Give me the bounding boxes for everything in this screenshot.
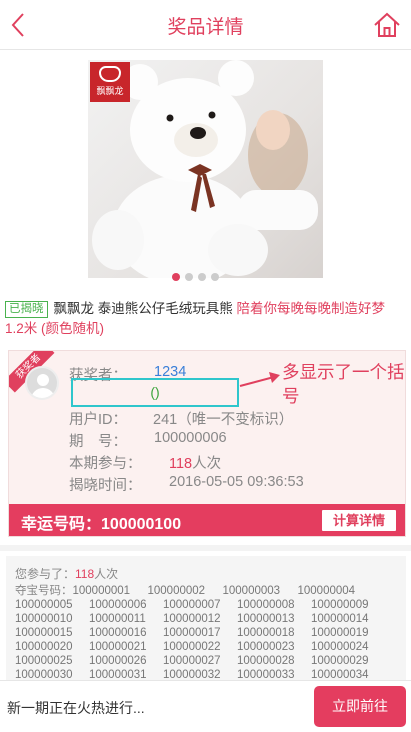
code-item: 100000014 (311, 613, 369, 625)
lucky-number: 幸运号码：100000100 (21, 516, 182, 533)
code-item: 100000001 (72, 585, 131, 597)
code-item: 100000009 (311, 599, 369, 611)
code-item: 100000016 (89, 627, 147, 639)
carousel-dot-4[interactable] (211, 273, 219, 281)
home-icon[interactable] (373, 11, 401, 39)
code-item: 100000029 (311, 655, 369, 667)
page-title: 奖品详情 (167, 17, 244, 38)
code-row: 100000020 100000021 100000022 100000023 1000… (15, 640, 399, 654)
next-round-text: 新一期正在火热进行... (7, 700, 145, 716)
code-item: 100000027 (163, 655, 221, 667)
reveal-time-row: 揭晓时间： 2016-05-05 09:36:53 (69, 474, 304, 494)
code-row: 100000025 100000026 100000027 100000028 1000… (15, 654, 399, 668)
code-list: 夺宝号码：100000001 100000002 100000003 10000000… (15, 584, 399, 682)
code-item: 100000012 (163, 613, 221, 625)
codes-label: 夺宝号码： (15, 585, 73, 597)
annotation-note: 多显示了一个括号 (282, 362, 405, 406)
calc-details-button[interactable]: 计算详情 (322, 510, 396, 531)
annotation-arrow-icon (239, 372, 280, 387)
product-name: 飘飘龙 泰迪熊公仔毛绒玩具熊 (53, 301, 233, 316)
code-item: 100000025 (15, 655, 73, 667)
user-id-row: 用户ID： 241（唯一不变标识） (69, 412, 294, 428)
bottom-bar: 新一期正在火热进行... 立即前往 (0, 680, 411, 732)
carousel-indicators (172, 273, 242, 283)
code-row: 100000005 100000006 100000007 100000008 1000… (15, 598, 399, 612)
product-image[interactable]: 飘飘龙 (88, 60, 323, 278)
period-row: 期 号： 100000006 (69, 430, 227, 450)
code-item: 100000008 (237, 599, 295, 611)
code-item: 100000017 (163, 627, 221, 639)
status-badge: 已揭晓 (5, 301, 48, 318)
avatar[interactable] (25, 366, 59, 400)
carousel-dot-3[interactable] (198, 273, 206, 281)
code-item: 100000023 (237, 641, 295, 653)
product-title: 已揭晓 飘飘龙 泰迪熊公仔毛绒玩具熊 陪着你每晚每晚制造好梦 1.2米 (颜色随机… (5, 299, 407, 339)
section-divider (0, 545, 411, 551)
code-item: 100000007 (163, 599, 221, 611)
product-slogan: 陪着你每晚每晚制造好梦 (236, 301, 386, 316)
code-item: 100000005 (15, 599, 73, 611)
code-item: 100000011 (89, 613, 146, 625)
top-nav-bar: 奖品详情 (0, 0, 411, 50)
carousel-dot-1[interactable] (172, 273, 180, 281)
code-item: 100000015 (15, 627, 73, 639)
code-item: 100000028 (237, 655, 295, 667)
carousel-dot-2[interactable] (185, 273, 193, 281)
code-item: 100000006 (89, 599, 147, 611)
participation-row: 本期参与： 118人次 (69, 456, 222, 472)
code-item: 100000019 (311, 627, 369, 639)
code-item: 100000026 (89, 655, 147, 667)
code-item: 100000004 (297, 585, 356, 597)
code-item: 100000013 (237, 613, 295, 625)
participation-summary: 您参与了：118人次 (15, 567, 119, 581)
code-item: 100000022 (163, 641, 221, 653)
brand-logo: 飘飘龙 (90, 62, 130, 102)
lucky-number-bar: 幸运号码：100000100 计算详情 (9, 504, 405, 536)
highlighted-parentheses: () (71, 378, 239, 407)
code-item: 100000003 (222, 585, 281, 597)
code-row: 100000015 100000016 100000017 100000018 1000… (15, 626, 399, 640)
code-row: 100000010 100000011 100000012 100000013 1000… (15, 612, 399, 626)
code-item: 100000024 (311, 641, 369, 653)
code-item: 100000021 (89, 641, 147, 653)
product-spec: 1.2米 (颜色随机) (5, 321, 105, 336)
code-item: 100000010 (15, 613, 73, 625)
code-item: 100000020 (15, 641, 73, 653)
code-item: 100000002 (147, 585, 206, 597)
bear-logo-icon (99, 66, 121, 82)
participation-codes: 您参与了：118人次 夺宝号码：100000001 100000002 100000… (6, 556, 406, 686)
code-item: 100000018 (237, 627, 295, 639)
go-now-button[interactable]: 立即前往 (314, 686, 406, 727)
